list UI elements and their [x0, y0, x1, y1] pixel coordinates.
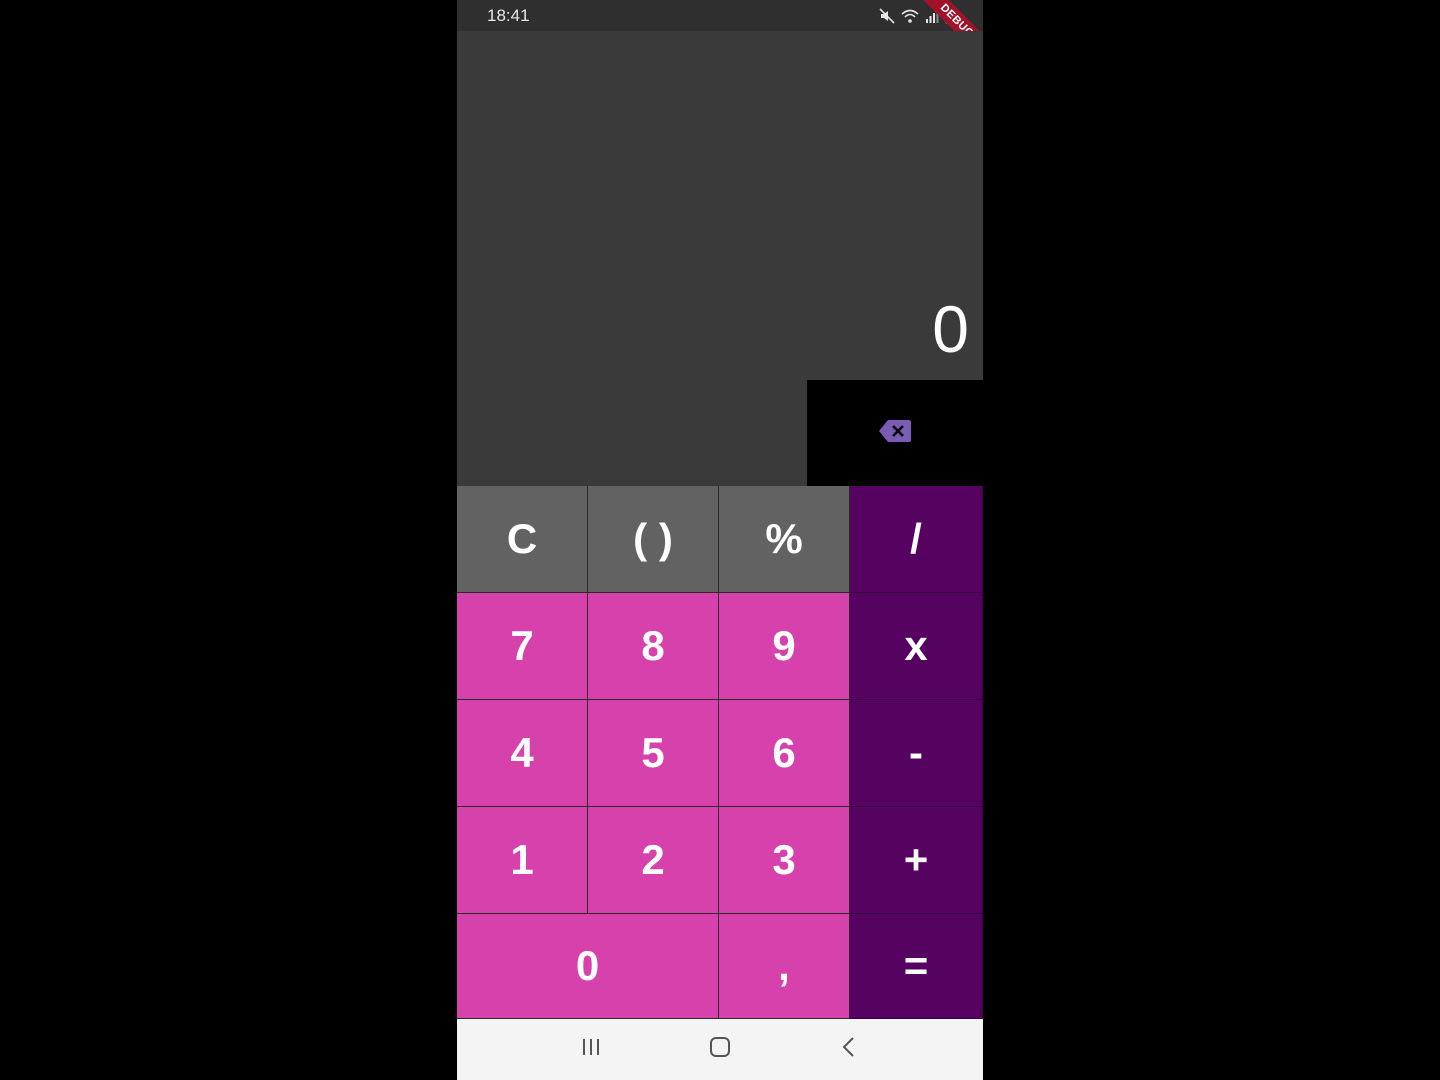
clear-button[interactable]: C — [457, 486, 588, 593]
keypad: C ( ) % / 7 8 9 x 4 5 6 - 1 2 3 + 0 , = — [457, 486, 983, 1019]
navigation-bar — [457, 1019, 983, 1080]
display-value: 0 — [932, 292, 969, 366]
percent-button[interactable]: % — [719, 486, 850, 593]
digit-5-button[interactable]: 5 — [588, 700, 719, 807]
digit-6-button[interactable]: 6 — [719, 700, 850, 807]
digit-0-button[interactable]: 0 — [457, 914, 719, 1019]
back-icon — [841, 1036, 857, 1063]
backspace-button[interactable] — [807, 380, 983, 486]
home-icon — [709, 1036, 731, 1063]
digit-3-button[interactable]: 3 — [719, 807, 850, 914]
calculator-display: 0 — [457, 31, 983, 486]
status-bar: 18:41 DEBUG — [457, 0, 983, 70]
digit-4-button[interactable]: 4 — [457, 700, 588, 807]
digit-9-button[interactable]: 9 — [719, 593, 850, 700]
add-button[interactable]: + — [850, 807, 983, 914]
backspace-icon — [878, 419, 912, 448]
digit-2-button[interactable]: 2 — [588, 807, 719, 914]
phone-screen: 18:41 DEBUG 0 C () % / 7 8 9 x 4 5 6 - … — [457, 0, 983, 1080]
subtract-button[interactable]: - — [850, 700, 983, 807]
digit-8-button[interactable]: 8 — [588, 593, 719, 700]
divide-button[interactable]: / — [850, 486, 983, 593]
recents-icon — [580, 1037, 602, 1062]
digit-7-button[interactable]: 7 — [457, 593, 588, 700]
digit-1-button[interactable]: 1 — [457, 807, 588, 914]
wifi-icon — [901, 8, 919, 24]
home-button[interactable] — [700, 1030, 740, 1070]
mute-icon — [879, 8, 895, 24]
recents-button[interactable] — [571, 1030, 611, 1070]
parentheses-button[interactable]: ( ) — [588, 486, 719, 593]
back-button[interactable] — [829, 1030, 869, 1070]
equals-button[interactable]: = — [850, 914, 983, 1019]
multiply-button[interactable]: x — [850, 593, 983, 700]
status-time: 18:41 — [487, 6, 530, 25]
decimal-button[interactable]: , — [719, 914, 850, 1019]
